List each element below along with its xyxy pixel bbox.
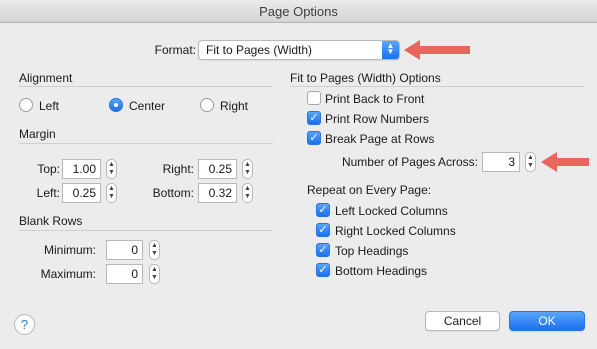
- repeat-title: Repeat on Every Page:: [307, 183, 432, 197]
- left-locked-checkbox[interactable]: ✓: [316, 203, 330, 217]
- left-locked-label: Left Locked Columns: [335, 204, 448, 218]
- blank-rows-title: Blank Rows: [19, 214, 83, 228]
- blank-max-stepper[interactable]: ▲ ▼: [149, 264, 160, 284]
- window-title: Page Options: [0, 0, 597, 23]
- break-page-at-rows-label: Break Page at Rows: [325, 132, 435, 146]
- margin-bottom-stepper[interactable]: ▲ ▼: [242, 183, 253, 203]
- format-popup[interactable]: Fit to Pages (Width) ▲ ▼: [198, 40, 400, 60]
- margin-right-field[interactable]: 0.25: [198, 159, 237, 179]
- bottom-headings-label: Bottom Headings: [335, 264, 428, 278]
- blank-min-field[interactable]: 0: [106, 240, 143, 260]
- align-left-radio[interactable]: [19, 98, 33, 112]
- chevron-updown-icon: ▲ ▼: [382, 41, 399, 59]
- print-row-numbers-label: Print Row Numbers: [325, 112, 430, 126]
- format-popup-value: Fit to Pages (Width): [206, 43, 313, 57]
- margin-left-label: Left:: [36, 186, 60, 200]
- align-right-radio[interactable]: [200, 98, 214, 112]
- align-left-label: Left: [39, 99, 60, 113]
- format-label: Format:: [154, 43, 196, 57]
- alignment-title: Alignment: [19, 71, 73, 85]
- margin-left-stepper[interactable]: ▲ ▼: [106, 183, 117, 203]
- print-back-to-front-checkbox[interactable]: [307, 91, 321, 105]
- pages-across-field[interactable]: 3: [482, 152, 520, 172]
- margin-right-stepper[interactable]: ▲ ▼: [242, 159, 253, 179]
- blank-max-label: Maximum:: [40, 267, 96, 281]
- help-button[interactable]: ?: [14, 314, 35, 335]
- right-locked-label: Right Locked Columns: [335, 224, 456, 238]
- pages-across-stepper[interactable]: ▲ ▼: [525, 152, 536, 172]
- annotation-arrow-icon: [404, 40, 470, 60]
- margin-top-label: Top:: [37, 162, 60, 176]
- divider: [19, 143, 273, 144]
- fit-options-title: Fit to Pages (Width) Options: [290, 71, 441, 85]
- divider: [290, 86, 584, 87]
- top-headings-checkbox[interactable]: ✓: [316, 243, 330, 257]
- blank-min-stepper[interactable]: ▲ ▼: [149, 240, 160, 260]
- print-back-to-front-label: Print Back to Front: [325, 92, 425, 106]
- align-center-radio[interactable]: [109, 98, 123, 112]
- blank-max-field[interactable]: 0: [106, 264, 143, 284]
- align-right-label: Right: [220, 99, 249, 113]
- ok-button[interactable]: OK: [509, 311, 585, 331]
- pages-across-label: Number of Pages Across:: [341, 155, 478, 169]
- margin-title: Margin: [19, 127, 56, 141]
- divider: [19, 86, 273, 87]
- right-locked-checkbox[interactable]: ✓: [316, 223, 330, 237]
- margin-bottom-field[interactable]: 0.32: [198, 183, 237, 203]
- margin-right-label: Right:: [162, 162, 194, 176]
- margin-top-stepper[interactable]: ▲ ▼: [106, 159, 117, 179]
- margin-left-field[interactable]: 0.25: [62, 183, 101, 203]
- divider: [19, 230, 273, 231]
- blank-min-label: Minimum:: [43, 243, 96, 257]
- align-center-label: Center: [129, 99, 166, 113]
- margin-top-field[interactable]: 1.00: [62, 159, 101, 179]
- margin-bottom-label: Bottom:: [152, 186, 194, 200]
- top-headings-label: Top Headings: [335, 244, 409, 258]
- annotation-arrow-icon: [541, 152, 589, 172]
- bottom-headings-checkbox[interactable]: ✓: [316, 263, 330, 277]
- break-page-at-rows-checkbox[interactable]: ✓: [307, 131, 321, 145]
- print-row-numbers-checkbox[interactable]: ✓: [307, 111, 321, 125]
- cancel-button[interactable]: Cancel: [425, 311, 500, 331]
